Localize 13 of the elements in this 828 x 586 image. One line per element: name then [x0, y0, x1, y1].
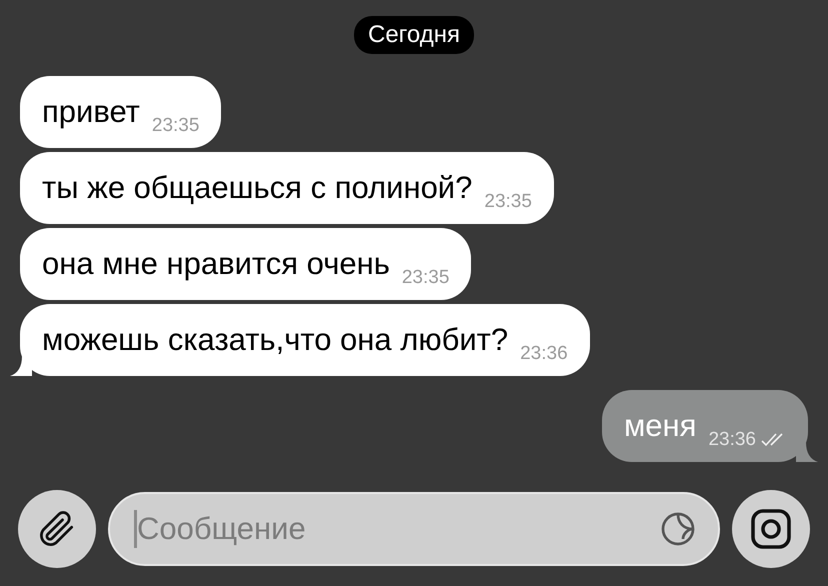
date-badge: Сегодня — [354, 16, 474, 54]
message-text: меня — [624, 407, 696, 445]
message-time: 23:36 — [520, 343, 568, 365]
message-time: 23:35 — [152, 115, 200, 137]
message-input[interactable]: Сообщение — [134, 510, 658, 548]
message-text: она мне нравится очень — [42, 245, 390, 283]
message-text: привет — [42, 93, 140, 131]
message-time: 23:35 — [484, 191, 532, 213]
message-text: ты же общаешься с полиной? — [42, 169, 472, 207]
message-text: можешь сказать,что она любит? — [42, 321, 508, 359]
message-time: 23:36 — [708, 429, 756, 451]
message-time: 23:35 — [402, 267, 450, 289]
message-field[interactable]: Сообщение — [108, 492, 720, 566]
